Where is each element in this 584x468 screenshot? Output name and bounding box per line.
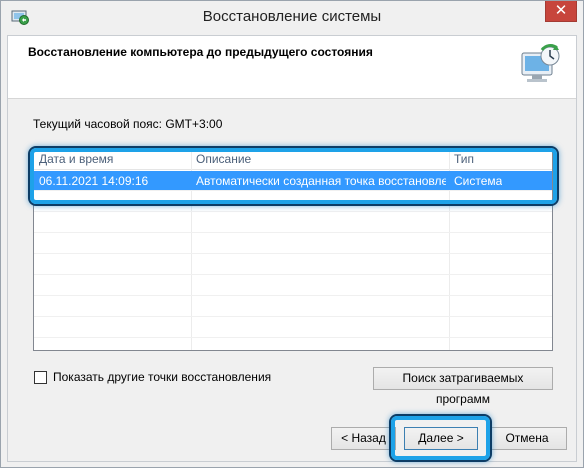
header-panel: Восстановление компьютера до предыдущего… (8, 36, 576, 99)
column-header-type[interactable]: Тип (454, 152, 474, 166)
empty-row (34, 297, 552, 317)
back-button[interactable]: < Назад (331, 427, 396, 450)
close-button[interactable]: ✕ (545, 1, 577, 22)
row-date: 06.11.2021 14:09:16 (39, 174, 149, 188)
empty-row (34, 234, 552, 254)
title-bar: Восстановление системы ✕ (1, 1, 583, 33)
checkbox-icon[interactable] (34, 370, 47, 384)
wizard-content: Восстановление компьютера до предыдущего… (7, 35, 577, 462)
empty-row (34, 192, 552, 212)
table-row[interactable]: 06.11.2021 14:09:16 Автоматически создан… (34, 171, 552, 191)
system-restore-window: Восстановление системы ✕ Восстановление … (0, 0, 584, 468)
cancel-button[interactable]: Отмена (487, 427, 567, 450)
empty-row (34, 276, 552, 296)
scan-affected-programs-button[interactable]: Поиск затрагиваемых программ (373, 367, 553, 406)
row-type: Система (454, 174, 503, 188)
empty-row (34, 255, 552, 275)
empty-row (34, 318, 552, 338)
show-more-label: Показать другие точки восстановления (53, 370, 272, 384)
column-header-description[interactable]: Описание (196, 152, 251, 166)
empty-row (34, 213, 552, 233)
page-title: Восстановление компьютера до предыдущего… (28, 45, 373, 59)
timezone-label: Текущий часовой пояс: GMT+3:00 (33, 117, 223, 131)
show-more-checkbox[interactable]: Показать другие точки восстановления (34, 370, 271, 384)
list-header: Дата и время Описание Тип (34, 148, 552, 170)
column-header-date[interactable]: Дата и время (39, 152, 113, 166)
restore-points-list[interactable]: Дата и время Описание Тип 06.11.2021 14:… (33, 147, 553, 351)
close-icon: ✕ (554, 2, 568, 19)
system-restore-art (521, 43, 560, 82)
window-title: Восстановление системы (202, 8, 382, 25)
next-button[interactable]: Далее > (404, 427, 478, 450)
row-description: Автоматически созданная точка восстановл… (196, 174, 446, 188)
